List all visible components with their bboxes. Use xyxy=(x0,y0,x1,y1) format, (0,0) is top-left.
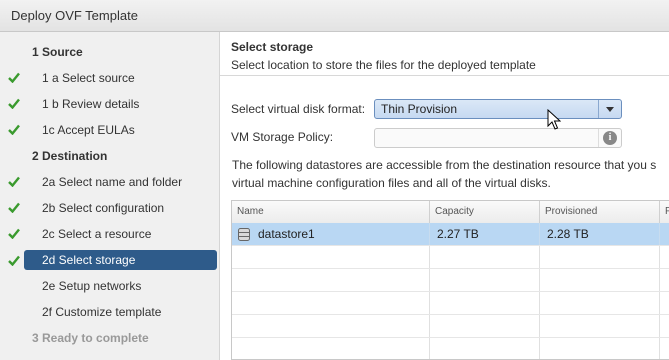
mouse-cursor-icon xyxy=(547,109,561,130)
step-setup-networks[interactable]: 2e Setup networks xyxy=(0,275,220,297)
disk-format-select[interactable]: Thin Provision xyxy=(374,99,622,119)
step-select-name-folder[interactable]: 2a Select name and folder xyxy=(0,171,220,193)
step-label: 3 Ready to complete xyxy=(32,331,149,345)
divider xyxy=(220,75,669,76)
step-label: 1 b Review details xyxy=(42,97,140,111)
checkmark-icon xyxy=(8,67,22,89)
checkmark-icon xyxy=(8,171,22,193)
datastore-description-line1: The following datastores are accessible … xyxy=(232,158,657,172)
checkmark-icon xyxy=(8,250,22,272)
step-select-storage[interactable]: 2d Select storage xyxy=(0,250,220,272)
step-label: 1c Accept EULAs xyxy=(42,123,135,137)
table-row-empty xyxy=(232,246,669,269)
step-section-destination: 2 Destination xyxy=(0,145,220,167)
step-label: 2b Select configuration xyxy=(42,201,165,215)
step-review-details[interactable]: 1 b Review details xyxy=(0,93,220,115)
storage-policy-select[interactable] xyxy=(374,128,622,148)
wizard-steps-sidebar: 1 Source 1 a Select source 1 b Review de… xyxy=(0,32,220,360)
table-header: Name Capacity Provisioned F xyxy=(232,201,669,224)
chevron-down-icon[interactable] xyxy=(598,100,621,118)
step-select-configuration[interactable]: 2b Select configuration xyxy=(0,197,220,219)
datastore-icon xyxy=(238,228,250,241)
table-row-empty xyxy=(232,315,669,338)
checkmark-icon xyxy=(8,197,22,219)
column-header-capacity[interactable]: Capacity xyxy=(430,201,540,223)
capacity-cell: 2.27 TB xyxy=(430,223,540,245)
step-label: 2 Destination xyxy=(32,149,108,163)
step-label: 2c Select a resource xyxy=(42,227,152,241)
title-bar: Deploy OVF Template xyxy=(0,0,669,32)
column-header-name[interactable]: Name xyxy=(232,201,430,223)
step-label: 2d Select storage xyxy=(42,253,136,267)
step-select-source[interactable]: 1 a Select source xyxy=(0,67,220,89)
step-label: 2a Select name and folder xyxy=(42,175,183,189)
datastore-description-line2: virtual machine configuration files and … xyxy=(232,176,551,190)
free-cell xyxy=(660,223,669,245)
step-select-resource[interactable]: 2c Select a resource xyxy=(0,223,220,245)
main-panel: Select storage Select location to store … xyxy=(220,32,669,360)
table-row[interactable]: datastore1 2.27 TB 2.28 TB xyxy=(232,223,669,246)
step-label: 1 Source xyxy=(32,45,83,59)
column-header-free[interactable]: F xyxy=(660,201,669,223)
window-title: Deploy OVF Template xyxy=(11,8,138,23)
checkmark-icon xyxy=(8,93,22,115)
info-icon[interactable]: i xyxy=(603,131,617,145)
page-subtitle: Select location to store the files for t… xyxy=(231,58,536,72)
provisioned-cell: 2.28 TB xyxy=(540,223,660,245)
checkmark-icon xyxy=(8,119,22,141)
step-label: 2e Setup networks xyxy=(42,279,142,293)
checkmark-icon xyxy=(8,223,22,245)
table-row-empty xyxy=(232,338,669,359)
step-accept-eulas[interactable]: 1c Accept EULAs xyxy=(0,119,220,141)
disk-format-value: Thin Provision xyxy=(381,102,458,116)
step-label: 2f Customize template xyxy=(42,305,162,319)
datastore-name-cell: datastore1 xyxy=(232,223,430,245)
table-row-empty xyxy=(232,292,669,315)
table-row-empty xyxy=(232,269,669,292)
step-label: 1 a Select source xyxy=(42,71,135,85)
step-section-source: 1 Source xyxy=(0,41,220,63)
datastore-name: datastore1 xyxy=(258,227,315,241)
page-title: Select storage xyxy=(231,40,314,54)
step-section-ready: 3 Ready to complete xyxy=(0,327,220,349)
storage-policy-label: VM Storage Policy: xyxy=(231,130,334,144)
disk-format-label: Select virtual disk format: xyxy=(231,102,366,116)
step-customize-template[interactable]: 2f Customize template xyxy=(0,301,220,323)
datastore-table: Name Capacity Provisioned F datastore1 2… xyxy=(231,200,669,360)
column-header-provisioned[interactable]: Provisioned xyxy=(540,201,660,223)
